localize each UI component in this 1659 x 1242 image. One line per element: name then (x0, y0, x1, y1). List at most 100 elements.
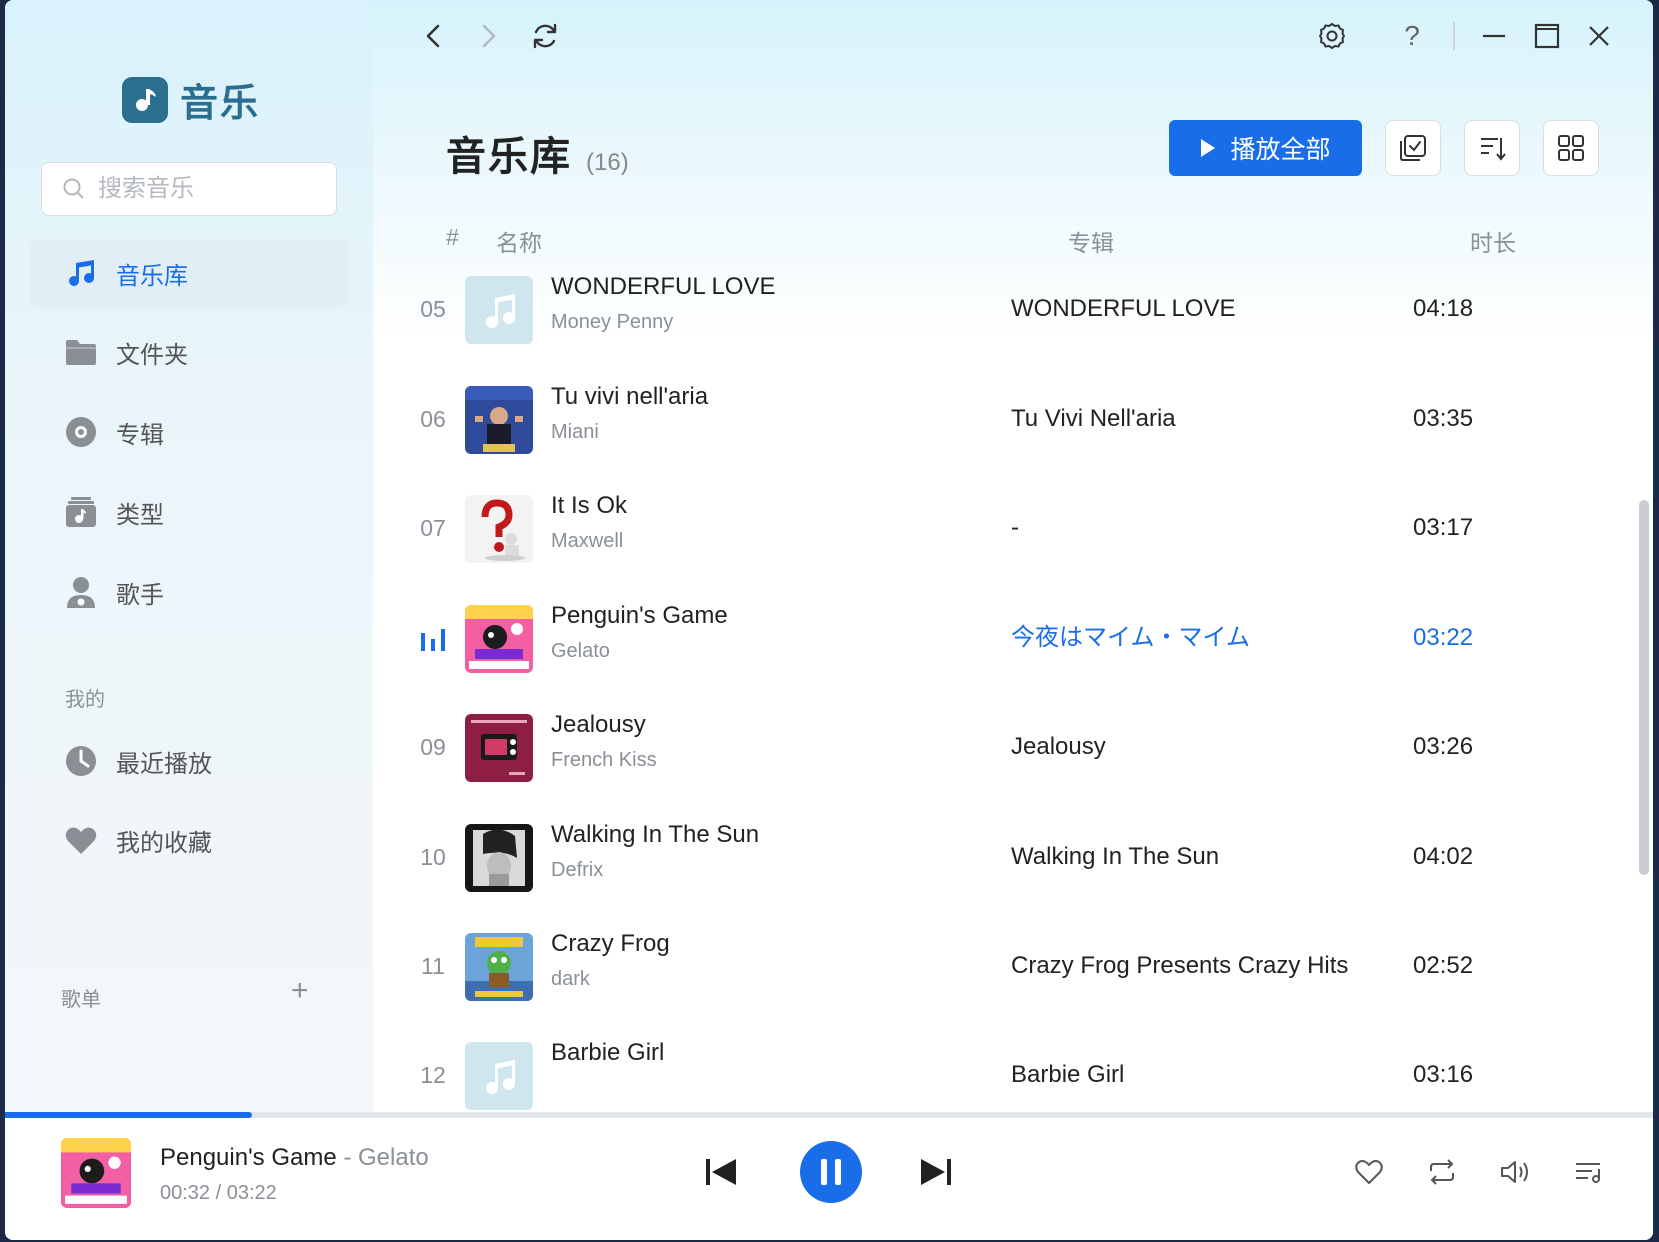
clock-icon (64, 744, 98, 778)
song-artist[interactable]: Gelato (551, 640, 610, 663)
table-row[interactable]: 05 WONDERFUL LOVE Money Penny WONDERFUL … (413, 273, 1593, 389)
refresh-icon (533, 23, 557, 49)
multi-select-button[interactable] (1385, 120, 1441, 176)
maximize-button[interactable] (1527, 16, 1567, 56)
now-playing-song: Penguin's Game (160, 1144, 337, 1171)
previous-icon (706, 1159, 736, 1185)
song-duration: 03:26 (1413, 733, 1474, 760)
grid-view-button[interactable] (1543, 120, 1599, 176)
song-album[interactable]: 今夜はマイム・マイム (1011, 602, 1250, 674)
minimize-button[interactable] (1474, 16, 1514, 56)
forward-button[interactable] (469, 16, 509, 56)
song-title: Tu vivi nell'aria (551, 383, 709, 410)
track-count: (16) (586, 149, 629, 176)
previous-button[interactable] (701, 1152, 741, 1192)
search-box[interactable] (41, 162, 337, 216)
song-album[interactable]: WONDERFUL LOVE (1011, 273, 1235, 345)
checkbox-icon (1400, 135, 1426, 161)
album-cover (465, 495, 533, 563)
refresh-button[interactable] (525, 16, 565, 56)
sidebar-item-library[interactable]: 音乐库 (30, 239, 348, 307)
table-row[interactable]: Penguin's Game Gelato 今夜はマイム・マイム 03:22 (413, 602, 1593, 718)
close-button[interactable] (1579, 16, 1619, 56)
track-number: 06 (420, 406, 446, 432)
app-logo: 音乐 (122, 72, 260, 127)
song-artist[interactable]: Maxwell (551, 530, 623, 553)
genre-icon (64, 495, 98, 529)
equalizer-icon (421, 628, 445, 651)
song-title: It Is Ok (551, 492, 628, 519)
column-duration[interactable]: 时长 (1470, 224, 1516, 258)
track-number: 11 (421, 953, 445, 979)
repeat-button[interactable] (1424, 1154, 1460, 1190)
sidebar-item-favorites[interactable]: 我的收藏 (30, 806, 348, 874)
table-row[interactable]: 12 Barbie Girl Barbie Girl 03:16 (413, 1039, 1593, 1115)
song-duration: 03:16 (1413, 1061, 1474, 1088)
track-number: 10 (420, 844, 446, 870)
table-row[interactable]: 07 It Is Ok Maxwell - 03:17 (413, 492, 1593, 608)
album-cover (465, 386, 533, 454)
table-row[interactable]: 06 Tu vivi nell'aria Miani Tu Vivi Nell'… (413, 383, 1593, 499)
sidebar-item-recent[interactable]: 最近播放 (30, 727, 348, 795)
play-all-label: 播放全部 (1230, 136, 1331, 164)
pause-button[interactable] (800, 1141, 862, 1203)
song-title: Crazy Frog (551, 930, 670, 957)
song-artist[interactable]: Defrix (551, 859, 603, 882)
back-button[interactable] (413, 16, 453, 56)
playlist-icon (1576, 1163, 1600, 1183)
now-playing-time: 00:32 / 03:22 (160, 1182, 277, 1204)
track-list: 05 WONDERFUL LOVE Money Penny WONDERFUL … (373, 265, 1653, 1115)
song-artist[interactable]: Miani (551, 421, 599, 444)
sidebar-item-label: 专辑 (116, 421, 164, 449)
now-playing-artist[interactable]: Gelato (358, 1144, 429, 1171)
table-row[interactable]: 11 Crazy Frog dark Crazy Frog Presents C… (413, 930, 1593, 1046)
table-row[interactable]: 10 Walking In The Sun Defrix Walking In … (413, 821, 1593, 937)
sidebar-item-artists[interactable]: 歌手 (30, 558, 348, 626)
song-album[interactable]: Barbie Girl (1011, 1039, 1124, 1111)
now-playing-cover[interactable] (61, 1138, 131, 1208)
now-playing-title: Penguin's Game - Gelato (160, 1144, 429, 1172)
song-title: Barbie Girl (551, 1039, 665, 1066)
song-title: Penguin's Game (551, 602, 728, 629)
help-button[interactable]: ? (1392, 16, 1432, 56)
song-artist[interactable]: Money Penny (551, 311, 673, 334)
song-album[interactable]: Jealousy (1011, 711, 1106, 783)
sidebar-item-albums[interactable]: 专辑 (30, 398, 348, 466)
column-album[interactable]: 专辑 (1068, 224, 1114, 258)
column-index: # (446, 224, 459, 250)
song-artist[interactable]: dark (551, 968, 590, 991)
table-row[interactable]: 09 Jealousy French Kiss Jealousy 03:26 (413, 711, 1593, 827)
sort-button[interactable] (1464, 120, 1520, 176)
song-album[interactable]: Walking In The Sun (1011, 821, 1219, 893)
chevron-right-icon (482, 24, 496, 48)
singer-icon (64, 575, 98, 609)
sidebar-item-label: 类型 (116, 501, 164, 529)
song-artist[interactable]: French Kiss (551, 749, 657, 772)
section-label-playlists: 歌单 (61, 989, 101, 1011)
close-icon (1589, 26, 1609, 46)
play-all-button[interactable]: 播放全部 (1169, 120, 1362, 176)
song-album[interactable]: - (1011, 492, 1019, 564)
sidebar-item-label: 歌手 (116, 581, 164, 609)
add-playlist-button[interactable]: + (291, 974, 309, 1008)
sidebar-item-genres[interactable]: 类型 (30, 478, 348, 546)
sort-icon (1481, 138, 1506, 161)
scrollbar[interactable] (1639, 500, 1649, 875)
now-playing-indicator (413, 602, 453, 674)
player-bar: Penguin's Game - Gelato 00:32 / 03:22 (5, 1118, 1653, 1240)
volume-button[interactable] (1497, 1154, 1533, 1190)
app-window: 音乐 音乐库 文件夹 专辑 类型 (5, 0, 1653, 1240)
playlist-queue-button[interactable] (1571, 1154, 1607, 1190)
song-album[interactable]: Crazy Frog Presents Crazy Hits (1011, 930, 1348, 1002)
search-input[interactable] (96, 174, 320, 204)
page-title: 音乐库 (446, 135, 572, 179)
song-title: WONDERFUL LOVE (551, 273, 776, 300)
app-name: 音乐 (180, 83, 261, 125)
song-album[interactable]: Tu Vivi Nell'aria (1011, 383, 1176, 455)
sidebar-item-folders[interactable]: 文件夹 (30, 318, 348, 386)
like-button[interactable] (1351, 1154, 1387, 1190)
next-button[interactable] (916, 1152, 956, 1192)
column-name[interactable]: 名称 (496, 224, 542, 258)
settings-button[interactable] (1312, 16, 1352, 56)
song-title: Jealousy (551, 711, 646, 738)
